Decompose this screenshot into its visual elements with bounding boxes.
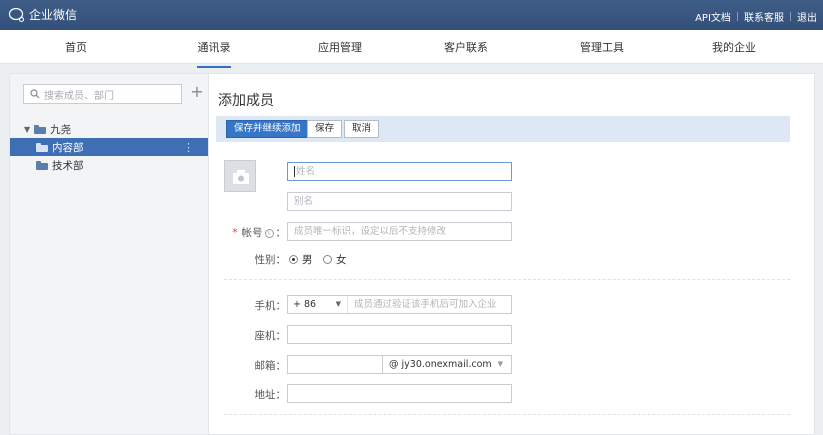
divider: | (735, 11, 739, 22)
mobile-label: 手机： (254, 300, 287, 312)
name-input[interactable]: 姓名 (287, 162, 512, 181)
api-docs-link[interactable]: API文档 (695, 9, 731, 24)
tree-item-tech-dept[interactable]: 技术部 (10, 156, 208, 174)
tab-customer-contact[interactable]: 客户联系 (426, 39, 506, 55)
required-mark: * (232, 227, 238, 239)
gender-label: 性别： (254, 254, 287, 266)
tree-item-label: 技术部 (52, 159, 84, 172)
gender-female-radio[interactable]: 女 (323, 252, 347, 267)
email-label: 邮箱： (254, 360, 287, 372)
search-input[interactable]: 搜索成员、部门 (23, 84, 182, 104)
app-name: 企业微信 (29, 8, 78, 22)
search-icon (30, 89, 40, 99)
tab-home[interactable]: 首页 (36, 39, 116, 55)
tab-contacts[interactable]: 通讯录 (174, 39, 254, 68)
add-member-form: 添加成员 保存并继续添加 保存 取消 姓名 别名 * 帐号 i： 成员唯一标识，设定… (210, 74, 814, 434)
top-bar: 企业微信 API文档 | 联系客服 | 退出 (0, 0, 823, 30)
tab-app-management[interactable]: 应用管理 (300, 39, 380, 55)
tab-my-company[interactable]: 我的企业 (694, 39, 774, 55)
account-input[interactable]: 成员唯一标识，设定以后不支持修改 (287, 222, 512, 241)
account-label: * 帐号 i： (218, 225, 286, 240)
landline-input[interactable] (287, 325, 512, 344)
top-links: API文档 | 联系客服 | 退出 (695, 9, 817, 25)
camera-icon (233, 170, 249, 184)
mobile-input[interactable]: + 86 ▼ 成员通过验证该手机后可加入企业 (287, 295, 512, 314)
action-bar: 保存并继续添加 保存 取消 (216, 116, 790, 142)
text-cursor (294, 166, 295, 177)
save-and-continue-button[interactable]: 保存并继续添加 (226, 120, 309, 138)
country-code-select[interactable]: + 86 ▼ (288, 296, 348, 313)
save-button[interactable]: 保存 (307, 120, 343, 138)
contact-support-link[interactable]: 联系客服 (744, 9, 784, 24)
name-placeholder: 姓名 (296, 166, 316, 177)
wecom-logo-icon (8, 7, 25, 22)
colon: ： (275, 227, 287, 239)
radio-checked-icon (289, 255, 298, 264)
caret-down-icon[interactable]: ▼ (24, 125, 30, 134)
section-divider (224, 414, 790, 415)
alias-placeholder: 别名 (294, 196, 314, 207)
account-label-text: 帐号 (241, 227, 263, 239)
cancel-button[interactable]: 取消 (344, 120, 380, 138)
country-code: + 86 (293, 299, 317, 310)
address-label: 地址： (254, 389, 287, 401)
landline-label: 座机： (254, 330, 287, 342)
page-title: 添加成员 (218, 93, 274, 109)
email-domain-select[interactable]: @ jy30.onexmail.com ▼ (382, 355, 512, 374)
department-sidebar: 搜索成员、部门 + ▼ 九尧 内容部 ⋮ 技术部 (10, 74, 209, 434)
app-logo[interactable]: 企业微信 (8, 6, 77, 23)
gender-female-label: 女 (336, 254, 347, 266)
folder-icon (34, 124, 47, 134)
mobile-placeholder: 成员通过验证该手机后可加入企业 (354, 299, 497, 310)
tree-root-item[interactable]: ▼ 九尧 (10, 120, 208, 138)
folder-icon (36, 142, 48, 152)
tree-item-label: 内容部 (52, 141, 84, 154)
tree-root-label: 九尧 (50, 123, 72, 136)
email-input[interactable] (287, 355, 383, 374)
section-divider (224, 279, 790, 280)
search-placeholder: 搜索成员、部门 (44, 90, 114, 102)
email-domain: @ jy30.onexmail.com (389, 359, 492, 370)
chevron-down-icon: ▼ (335, 300, 341, 308)
tree-item-content-dept[interactable]: 内容部 ⋮ (10, 138, 208, 156)
content-panel: 搜索成员、部门 + ▼ 九尧 内容部 ⋮ 技术部 添加成员 保存并继续添加 保存… (9, 73, 815, 435)
add-button[interactable]: + (189, 84, 205, 102)
address-input[interactable] (287, 384, 512, 403)
tab-management-tools[interactable]: 管理工具 (562, 39, 642, 55)
logout-link[interactable]: 退出 (797, 9, 817, 24)
folder-icon (36, 160, 48, 170)
radio-unchecked-icon (323, 255, 332, 264)
divider: | (788, 11, 792, 22)
more-options-icon[interactable]: ⋮ (183, 141, 194, 154)
info-icon[interactable]: i (264, 228, 274, 238)
avatar-upload[interactable] (224, 160, 256, 192)
alias-input[interactable]: 别名 (287, 192, 512, 211)
gender-male-label: 男 (302, 254, 313, 266)
chevron-down-icon: ▼ (497, 360, 503, 368)
main-nav: 首页 通讯录 应用管理 客户联系 管理工具 我的企业 (0, 30, 823, 68)
account-placeholder: 成员唯一标识，设定以后不支持修改 (294, 226, 447, 237)
gender-male-radio[interactable]: 男 (289, 252, 313, 267)
